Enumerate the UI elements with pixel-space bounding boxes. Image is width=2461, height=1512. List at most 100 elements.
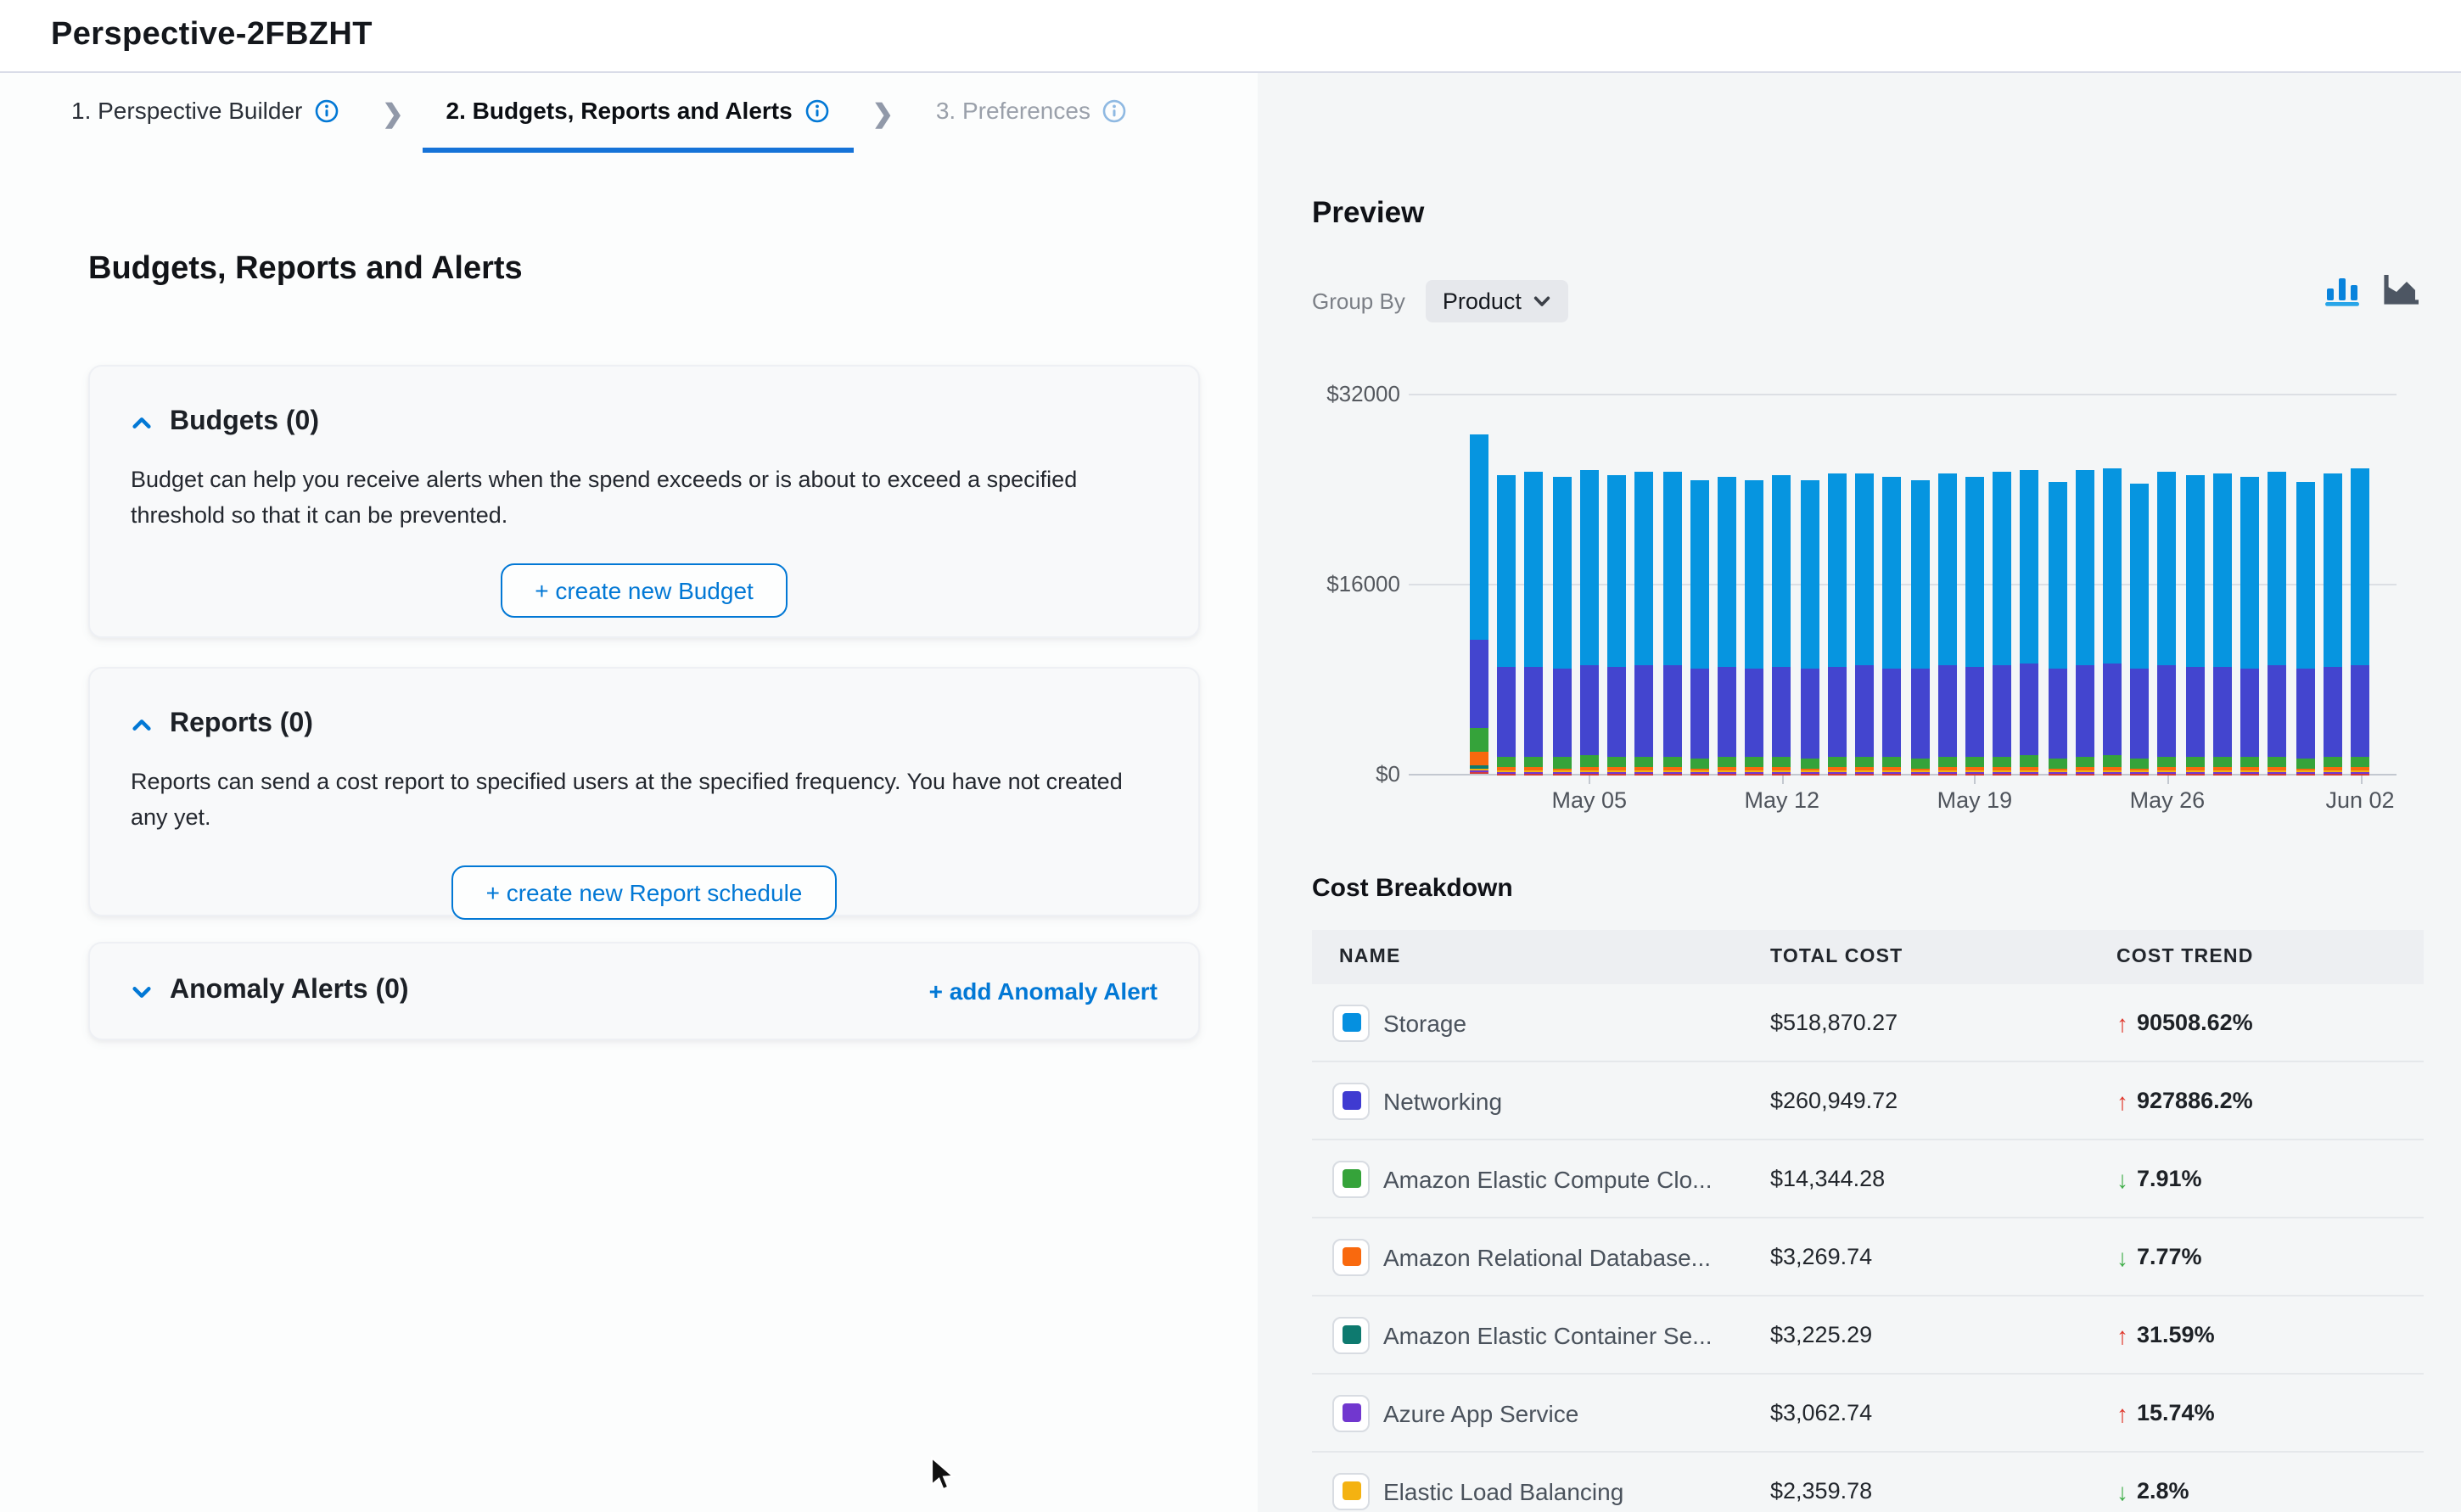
table-row[interactable]: Networking$260,949.72↑927886.2% [1312,1062,2424,1140]
info-icon[interactable] [1102,98,1128,123]
tab-preferences[interactable]: 3. Preferences [912,73,1152,153]
bar-segment [1497,668,1516,758]
reports-collapse-header[interactable]: Reports (0) [90,669,1198,740]
legend-color-icon [1332,1082,1370,1119]
bar-segment [1607,757,1626,768]
bar-segment [1993,665,2011,756]
table-row[interactable]: Amazon Relational Database...$3,269.74↓7… [1312,1218,2424,1296]
wizard-steps: 1. Perspective Builder ❯ 2. Budgets, Rep… [48,73,1152,153]
create-budget-button[interactable]: + create new Budget [501,563,788,618]
row-total-cost: $3,269.74 [1770,1244,2116,1269]
bar-segment [2185,773,2204,774]
bar-segment [1552,476,1571,668]
x-axis-label: May 26 [2130,787,2206,813]
bar-segment [1635,773,1654,774]
bar-segment [1497,757,1516,768]
bar-segment [1635,472,1654,666]
add-anomaly-alert-button[interactable]: + add Anomaly Alert [929,977,1158,1005]
bar-segment [2131,758,2150,768]
bar-segment [1662,665,1681,756]
preview-pane: Preview Group By Product [1258,73,2461,1512]
bar-segment [1828,666,1847,757]
bar-segment [1525,773,1544,774]
bar-segment [2213,773,2232,774]
table-row[interactable]: Storage$518,870.27↑90508.62% [1312,984,2424,1062]
bar-segment [1470,640,1488,728]
bar-segment [1718,757,1736,768]
bar-segment [2048,758,2066,768]
bar-segment [2021,773,2039,774]
bar-segment [1470,772,1488,774]
chart-bar [2324,473,2342,774]
bar-segment [2185,667,2204,757]
anomaly-title: Anomaly Alerts (0) [170,976,409,1006]
bar-segment [1993,472,2011,665]
row-cost-trend: ↑15.74% [2116,1399,2424,1426]
info-icon[interactable] [804,98,830,123]
bar-segment [2158,471,2177,665]
bar-segment [1552,757,1571,768]
anomaly-collapse-header[interactable]: Anomaly Alerts (0) [131,976,409,1006]
x-axis-label: Jun 02 [2325,787,2394,813]
create-report-schedule-button[interactable]: + create new Report schedule [452,865,837,920]
bar-segment [2351,756,2369,767]
table-header-row: NAME TOTAL COST COST TREND [1312,930,2424,984]
bar-segment [1965,757,1984,768]
trend-up-icon: ↑ [2116,1321,2128,1348]
chevron-up-icon [131,412,153,434]
section-heading: Budgets, Reports and Alerts [88,251,523,288]
bar-segment [2213,474,2232,667]
x-axis-label: May 19 [1937,787,2013,813]
chart-bar [1662,473,1681,774]
table-row[interactable]: Amazon Elastic Container Se...$3,225.29↑… [1312,1296,2424,1375]
bar-segment [1828,773,1847,774]
window-titlebar: Perspective-2FBZHT [0,0,2461,73]
bar-segment [1607,668,1626,758]
bar-segment [1690,773,1709,774]
row-name: Amazon Elastic Compute Clo... [1383,1165,1713,1192]
chart-bar [2158,471,2177,774]
x-axis-tick [2167,776,2169,784]
bar-segment [1635,666,1654,756]
table-row[interactable]: Amazon Elastic Compute Clo...$14,344.28↓… [1312,1140,2424,1218]
bar-segment [2240,758,2259,768]
bar-segment [1718,478,1736,668]
bar-segment [1910,758,1929,768]
tab-preferences-label: 3. Preferences [936,97,1090,124]
info-icon[interactable] [314,98,339,123]
bar-segment [1937,773,1956,774]
bar-segment [1965,773,1984,774]
chart-bar [1745,480,1763,774]
bar-segment [2296,482,2314,669]
tab-perspective-builder[interactable]: 1. Perspective Builder [48,73,363,153]
chart-bar [2131,483,2150,774]
budgets-description: Budget can help you receive alerts when … [131,463,1158,535]
table-row[interactable]: Azure App Service$3,062.74↑15.74% [1312,1375,2424,1453]
chevron-right-icon: ❯ [363,98,422,128]
budgets-collapse-header[interactable]: Budgets (0) [90,367,1198,438]
bar-segment [2240,478,2259,669]
bar-segment [2103,773,2122,774]
bar-segment [1855,473,1874,666]
chart-bar [1910,480,1929,774]
table-row[interactable]: Elastic Load Balancing$2,359.78↓2.8% [1312,1453,2424,1512]
bar-segment [2158,773,2177,774]
x-axis-label: May 12 [1745,787,1820,813]
chart-bar [2076,471,2094,774]
bar-segment [2296,669,2314,758]
bar-segment [2351,468,2369,664]
row-name: Networking [1383,1087,1502,1114]
bar-segment [1552,668,1571,757]
bar-segment [2021,755,2039,767]
legend-color-icon [1332,1316,1370,1353]
trend-up-icon: ↑ [2116,1399,2128,1426]
col-header-name: NAME [1312,947,1770,967]
tab-budgets-label: 2. Budgets, Reports and Alerts [446,97,793,124]
reports-description: Reports can send a cost report to specif… [131,765,1158,837]
tab-budgets-reports-alerts[interactable]: 2. Budgets, Reports and Alerts [423,73,854,153]
bar-segment [1662,773,1681,774]
bar-segment [1662,756,1681,767]
y-axis-label: $32000 [1273,381,1400,406]
row-cost-trend: ↓2.8% [2116,1477,2424,1504]
chart-bar [2268,472,2287,774]
